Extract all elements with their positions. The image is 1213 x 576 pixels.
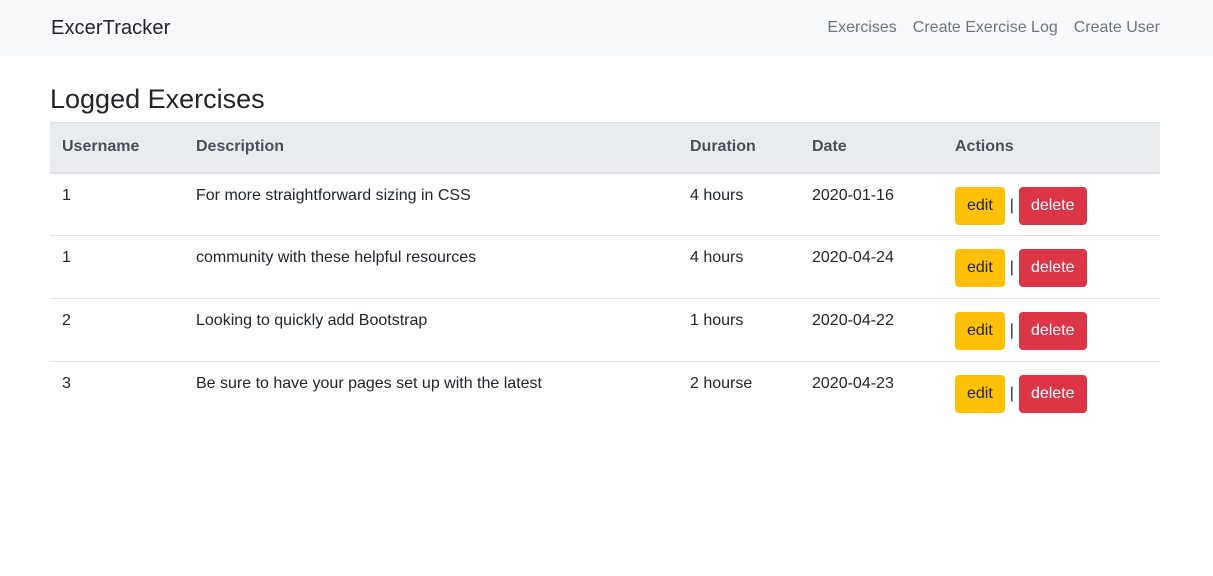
edit-button[interactable]: edit (955, 249, 1005, 287)
cell-description: Looking to quickly add Bootstrap (184, 298, 678, 362)
cell-date: 2020-04-23 (812, 375, 894, 392)
table-header-row: Username Description Duration Date Actio… (50, 122, 1160, 174)
cell-username: 1 (50, 235, 184, 299)
table-row: 3 Be sure to have your pages set up with… (50, 362, 1160, 425)
action-separator: | (1009, 322, 1014, 339)
nav-link-create-user[interactable]: Create User (1074, 19, 1160, 37)
row-actions: edit | delete (955, 312, 1148, 350)
cell-description: Be sure to have your pages set up with t… (196, 375, 542, 392)
action-separator: | (1009, 259, 1014, 276)
cell-actions: edit | delete (943, 298, 1160, 362)
row-actions: edit | delete (955, 375, 1148, 413)
delete-button[interactable]: delete (1018, 186, 1087, 225)
nav-link-create-exercise-log[interactable]: Create Exercise Log (913, 19, 1058, 37)
edit-button[interactable]: edit (955, 375, 1005, 413)
nav-links: Exercises Create Exercise Log Create Use… (827, 19, 1160, 37)
header-duration: Duration (678, 122, 800, 174)
delete-button[interactable]: delete (1018, 375, 1087, 413)
delete-button[interactable]: delete (1018, 312, 1087, 350)
row-actions: edit | delete (955, 186, 1148, 225)
cell-duration: 4 hours (678, 235, 800, 299)
table-row: 1 For more straightforward sizing in CSS… (50, 172, 1160, 236)
cell-date: 2020-01-16 (800, 172, 943, 236)
cell-username: 2 (50, 298, 184, 362)
header-username: Username (50, 122, 184, 174)
table-body: 1 For more straightforward sizing in CSS… (50, 172, 1160, 425)
header-actions: Actions (943, 122, 1160, 174)
cell-date: 2020-04-24 (800, 235, 943, 299)
exercises-table: Username Description Duration Date Actio… (50, 122, 1160, 425)
action-separator: | (1009, 385, 1014, 402)
cell-duration: 4 hours (678, 172, 800, 236)
header-date: Date (800, 122, 943, 174)
cell-actions: edit | delete (943, 235, 1160, 299)
navbar: ExcerTracker Exercises Create Exercise L… (0, 0, 1213, 56)
table-row: 1 community with these helpful resources… (50, 235, 1160, 299)
cell-duration: 2 hourse (690, 375, 753, 392)
table-header: Username Description Duration Date Actio… (50, 122, 1160, 174)
cell-username: 1 (50, 172, 184, 236)
cell-date: 2020-04-22 (800, 298, 943, 362)
header-description: Description (184, 122, 678, 174)
row-actions: edit | delete (955, 249, 1148, 287)
edit-button[interactable]: edit (955, 312, 1005, 350)
delete-button[interactable]: delete (1018, 249, 1087, 287)
table-row: 2 Looking to quickly add Bootstrap 1 hou… (50, 298, 1160, 362)
action-separator: | (1009, 196, 1014, 214)
nav-link-exercises[interactable]: Exercises (827, 19, 896, 37)
cell-duration: 1 hours (678, 298, 800, 362)
cell-description: community with these helpful resources (184, 235, 678, 299)
page-title: Logged Exercises (50, 84, 265, 114)
cell-username: 3 (62, 375, 71, 392)
brand-link[interactable]: ExcerTracker (51, 17, 170, 40)
cell-actions: edit | delete (943, 172, 1160, 236)
cell-actions: edit | delete (943, 362, 1160, 425)
main-container: Logged Exercises Username Description Du… (0, 84, 1213, 425)
edit-button[interactable]: edit (955, 186, 1005, 225)
cell-description: For more straightforward sizing in CSS (184, 172, 678, 236)
